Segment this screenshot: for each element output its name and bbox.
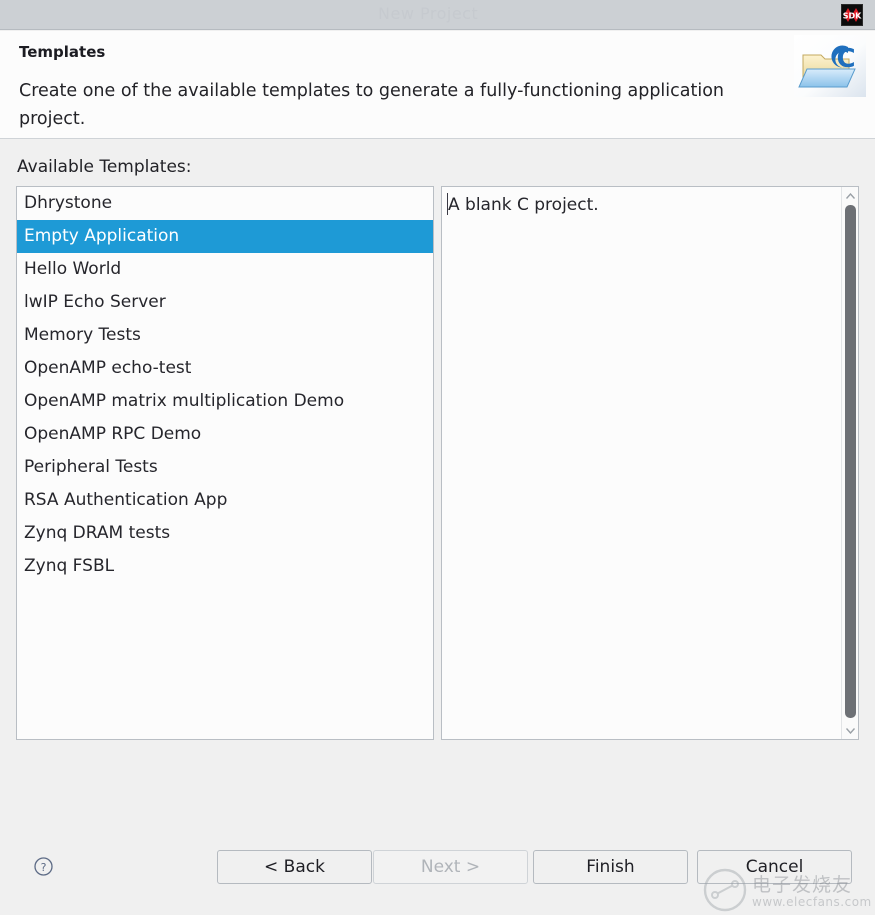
- svg-text:SDK: SDK: [843, 12, 862, 21]
- template-description-text: A blank C project.: [448, 195, 599, 215]
- next-button: Next >: [373, 850, 528, 884]
- list-item[interactable]: RSA Authentication App: [17, 484, 433, 517]
- template-description-panel[interactable]: A blank C project.: [441, 186, 859, 740]
- list-item[interactable]: Zynq FSBL: [17, 550, 433, 583]
- templates-list[interactable]: Dhrystone Empty Application Hello World lwI…: [16, 186, 434, 740]
- scroll-down-arrow-icon[interactable]: [842, 723, 859, 738]
- list-item[interactable]: lwIP Echo Server: [17, 286, 433, 319]
- list-item[interactable]: OpenAMP RPC Demo: [17, 418, 433, 451]
- sdk-app-icon: SDK: [841, 4, 863, 26]
- window-titlebar: New Project SDK: [0, 0, 875, 30]
- help-icon[interactable]: ?: [34, 857, 53, 876]
- list-item[interactable]: Dhrystone: [17, 187, 433, 220]
- svg-text:?: ?: [41, 861, 47, 874]
- new-project-wizard-dialog: New Project SDK Templates Create one of …: [0, 0, 875, 915]
- list-item[interactable]: Empty Application: [17, 220, 433, 253]
- list-item[interactable]: OpenAMP echo-test: [17, 352, 433, 385]
- available-templates-label: Available Templates:: [17, 157, 192, 177]
- list-item[interactable]: OpenAMP matrix multiplication Demo: [17, 385, 433, 418]
- list-item[interactable]: Memory Tests: [17, 319, 433, 352]
- finish-button[interactable]: Finish: [533, 850, 688, 884]
- wizard-header: Templates Create one of the available te…: [0, 31, 875, 139]
- description-scrollbar[interactable]: [841, 187, 858, 739]
- cancel-button[interactable]: Cancel: [697, 850, 852, 884]
- back-button[interactable]: < Back: [217, 850, 372, 884]
- page-title: Templates: [19, 43, 106, 61]
- page-description: Create one of the available templates to…: [19, 81, 725, 129]
- scroll-up-arrow-icon[interactable]: [842, 188, 859, 203]
- list-item[interactable]: Hello World: [17, 253, 433, 286]
- scrollbar-thumb[interactable]: [845, 205, 856, 718]
- list-item[interactable]: Peripheral Tests: [17, 451, 433, 484]
- c-project-folder-icon: C: [794, 35, 866, 97]
- list-item[interactable]: Zynq DRAM tests: [17, 517, 433, 550]
- window-title-ghost-text: New Project: [378, 4, 479, 23]
- watermark-url-text: www.elecfans.com: [752, 895, 872, 909]
